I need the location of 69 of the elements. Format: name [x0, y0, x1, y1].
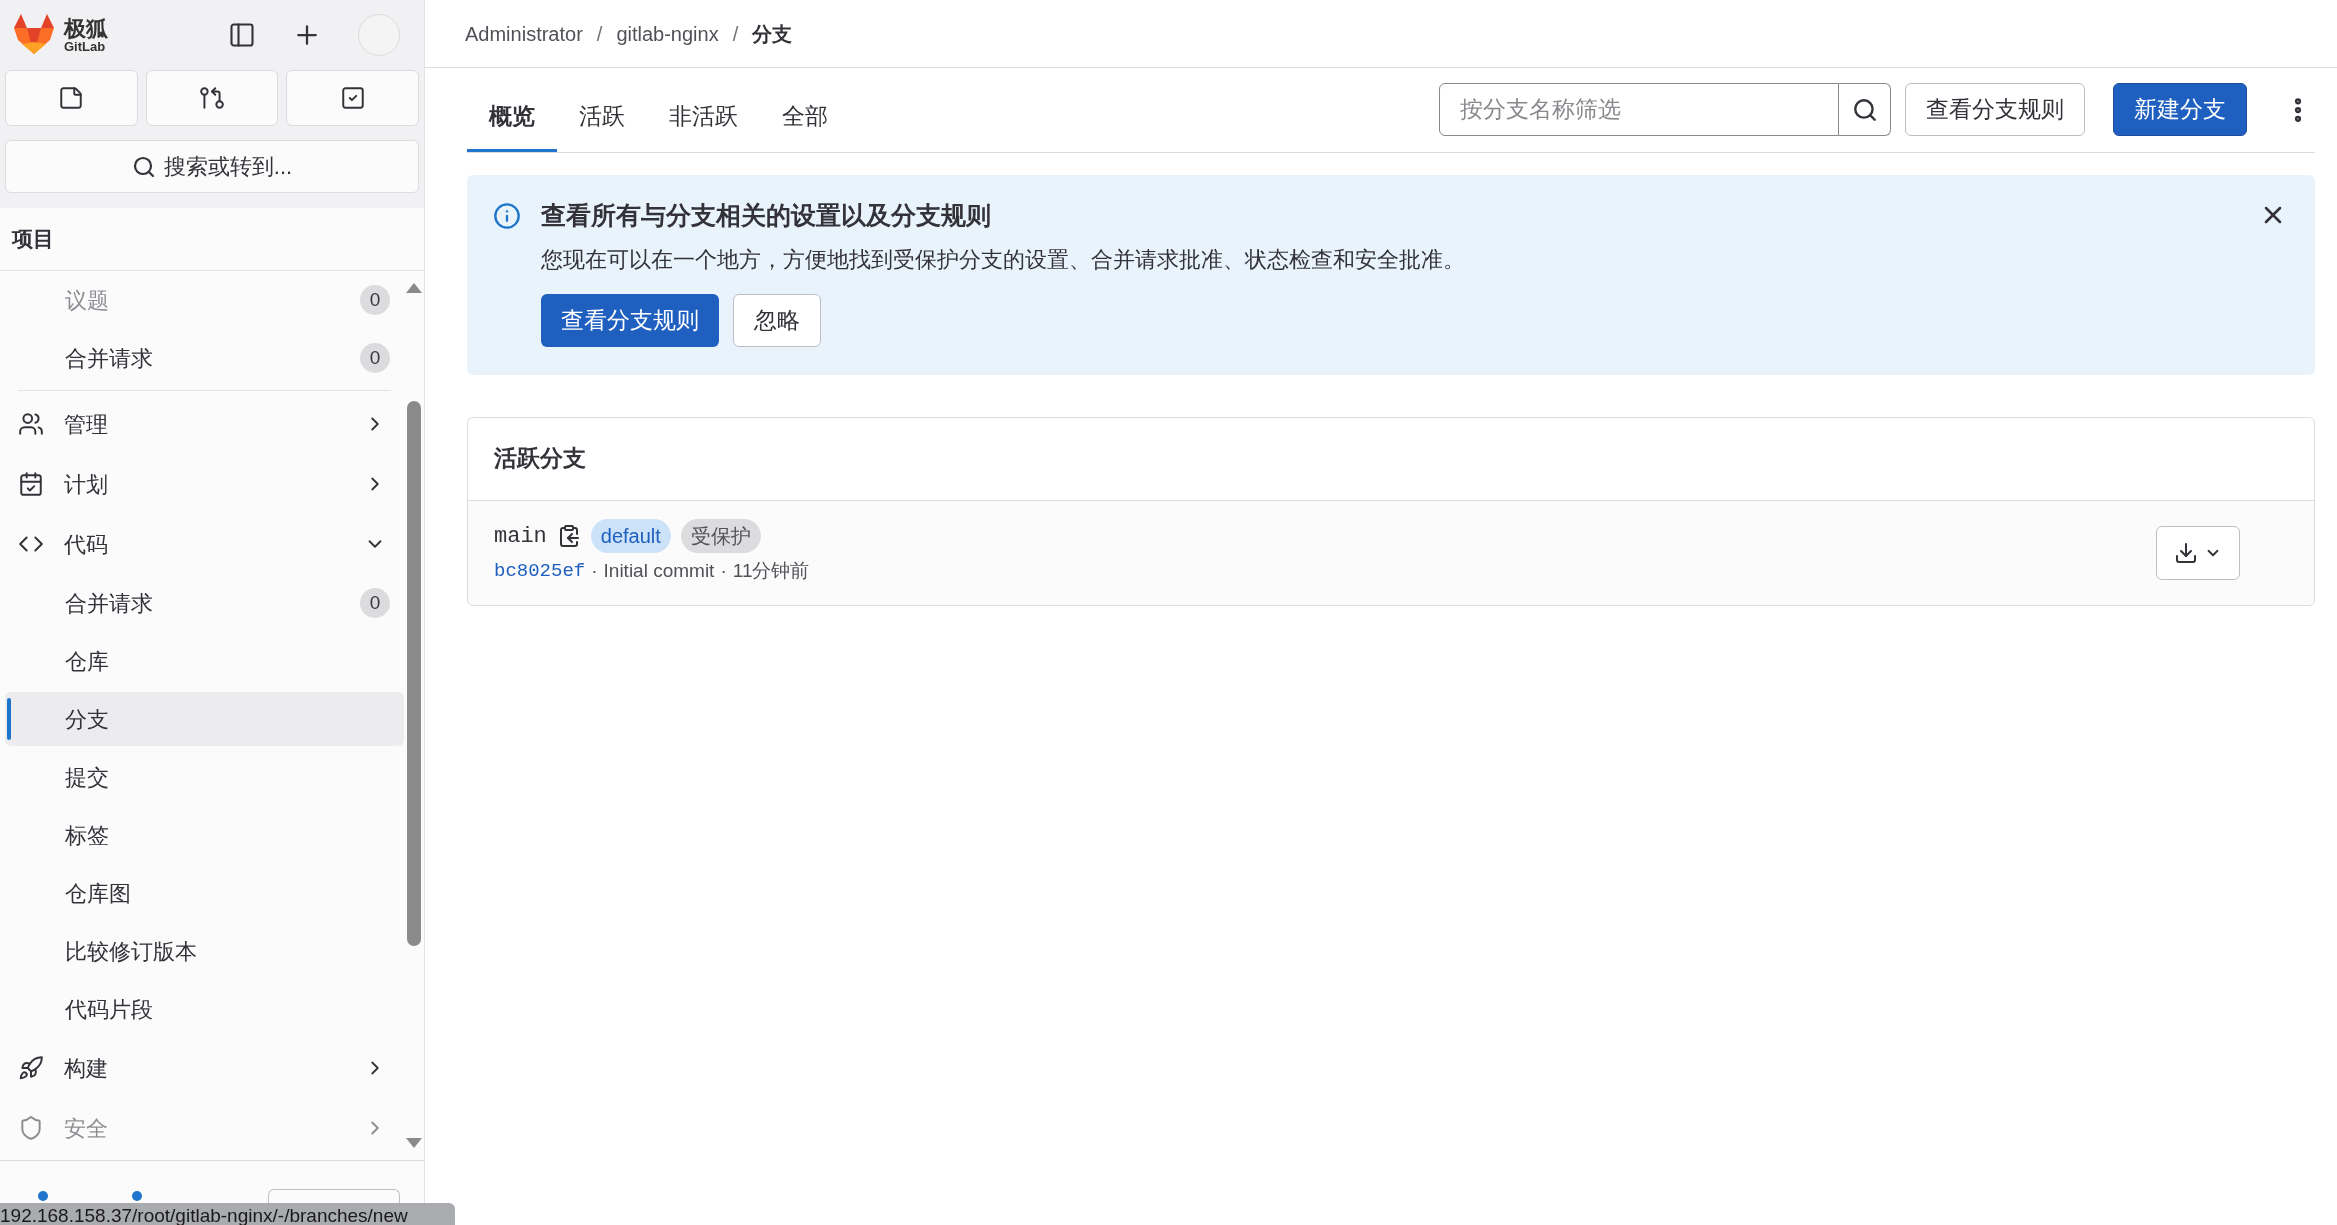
nav-group-label: 构建 [64, 1054, 108, 1083]
rocket-icon [18, 1055, 44, 1081]
card-title: 活跃分支 [494, 444, 586, 474]
tab[interactable]: 非活跃 [647, 67, 760, 152]
breadcrumb-separator: / [596, 21, 603, 47]
commit-sha-link[interactable]: bc8025ef [494, 557, 586, 586]
count-badge: 0 [360, 343, 390, 373]
nav-item[interactable]: 仓库 [5, 634, 404, 688]
count-badge: 0 [360, 588, 390, 618]
info-icon [493, 202, 521, 230]
logo-text: 极狐 [64, 17, 108, 40]
nav-item[interactable]: 合并请求 0 [5, 576, 404, 630]
tab[interactable]: 全部 [760, 67, 850, 152]
merge-request-icon [199, 85, 225, 111]
shortcut-button[interactable] [286, 70, 419, 126]
breadcrumb-link[interactable]: gitlab-nginx [616, 18, 719, 49]
nav-item[interactable]: 仓库图 [5, 866, 404, 920]
note-icon [58, 85, 85, 111]
nav-group-label: 管理 [64, 410, 108, 439]
checkbox-icon [339, 85, 366, 111]
tab[interactable]: 概览 [467, 67, 557, 152]
new-branch-button[interactable]: 新建分支 [2113, 83, 2247, 136]
alert-title: 查看所有与分支相关的设置以及分支规则 [541, 200, 992, 231]
separator-dot: · [720, 559, 727, 584]
commit-message: Initial commit [603, 559, 715, 584]
search-button[interactable] [1839, 83, 1891, 136]
nav-item[interactable]: 合并请求 0 [5, 329, 404, 387]
logo-subtext: GitLab [64, 39, 106, 53]
alert-text: 您现在可以在一个地方，方便地找到受保护分支的设置、合并请求批准、状态检查和安全批准。 [541, 245, 1465, 274]
branch-badge: 受保护 [680, 519, 761, 554]
branch-rules-button[interactable]: 查看分支规则 [1905, 83, 2085, 136]
nav-item[interactable]: 提交 [5, 750, 404, 804]
filter-field[interactable]: 按分支名称筛选 [1439, 83, 1839, 136]
nav-group[interactable]: 构建 [5, 1038, 404, 1098]
breadcrumb-link[interactable]: 分支 [752, 18, 793, 49]
nav-group-label: 代码 [64, 530, 108, 559]
branch-badge: default [590, 519, 671, 554]
tab[interactable]: 活跃 [557, 67, 647, 152]
view-rules-button[interactable]: 查看分支规则 [541, 293, 719, 347]
section-title: 项目 [12, 226, 54, 253]
nav-group[interactable]: 计划 [5, 454, 404, 514]
search-icon [1851, 96, 1878, 123]
nav-item[interactable]: 议题 0 [5, 271, 404, 329]
download-icon [2174, 540, 2198, 565]
breadcrumb-separator: / [732, 21, 739, 47]
shortcut-button[interactable] [5, 70, 138, 126]
count-badge: 0 [360, 285, 390, 315]
nav-group[interactable]: 代码 [5, 514, 404, 574]
breadcrumb-link[interactable]: Administrator [465, 18, 583, 49]
nav-item[interactable]: 标签 [5, 808, 404, 862]
people-icon [18, 411, 44, 437]
nav-item[interactable]: 比较修订版本 [5, 924, 404, 978]
search-icon [131, 154, 156, 179]
nav-group-label: 安全 [64, 1114, 108, 1143]
nav-item[interactable]: 分支 [5, 692, 404, 746]
nav-group[interactable]: 管理 [5, 394, 404, 454]
panel-toggle-icon[interactable] [228, 21, 256, 49]
fox-logo-icon [12, 14, 56, 56]
nav-group-label: 计划 [64, 470, 108, 499]
separator-dot: · [591, 559, 598, 584]
nav-item[interactable]: 代码片段 [5, 982, 404, 1036]
commit-time: 11分钟前 [732, 559, 810, 584]
download-button[interactable] [2156, 525, 2240, 580]
dismiss-button[interactable]: 忽略 [733, 293, 821, 347]
calendar-icon [18, 471, 44, 497]
branch-name[interactable]: main [494, 519, 547, 553]
search-button[interactable]: 搜索或转到... [5, 140, 419, 193]
shortcut-button[interactable] [145, 70, 279, 126]
shield-icon [18, 1115, 44, 1141]
